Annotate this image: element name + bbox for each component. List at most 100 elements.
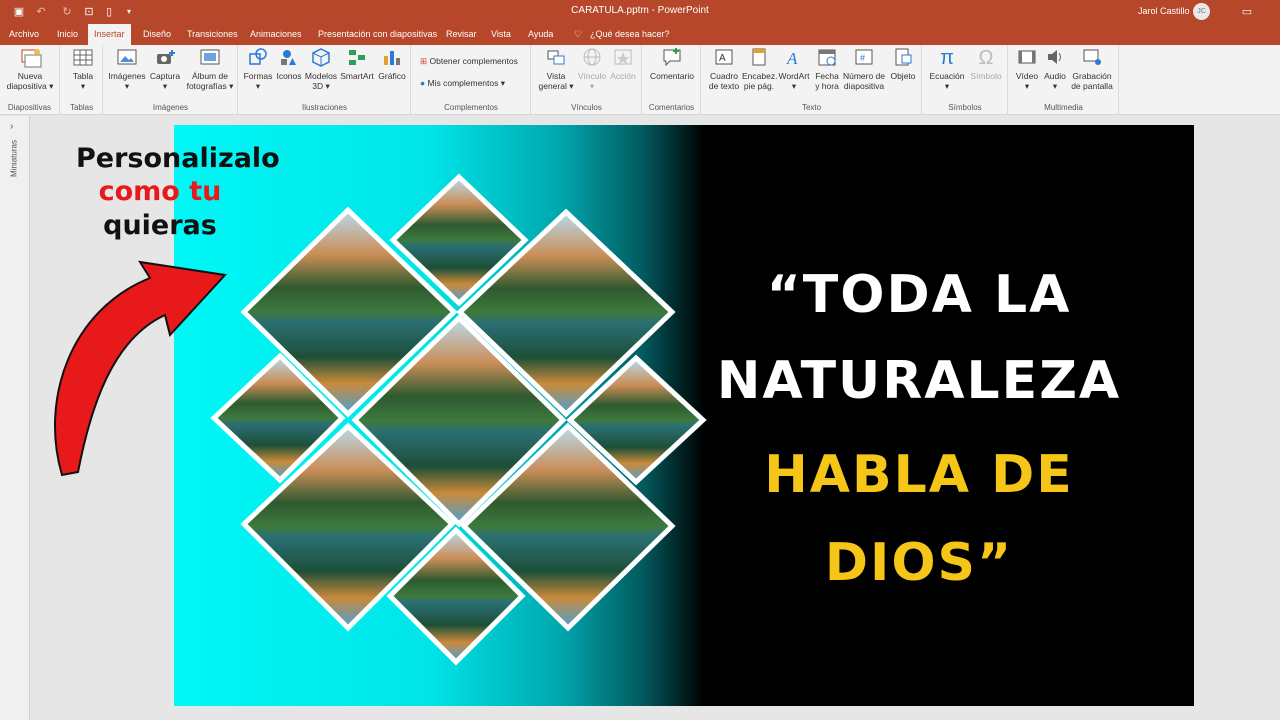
table-button[interactable]: Tabla ▾ [69, 47, 97, 91]
document-title: CARATULA.pptm - PowerPoint [571, 5, 709, 16]
avatar[interactable]: JC [1193, 3, 1210, 20]
ribbon-display-icon[interactable]: ▭ [1224, 0, 1270, 24]
video-button[interactable]: Vídeo ▾ [1013, 47, 1041, 91]
video-icon [1017, 47, 1037, 69]
ribbon-tabs: Archivo Inicio Insertar Diseño Transicio… [0, 24, 1280, 45]
tab-revisar[interactable]: Revisar [440, 24, 483, 45]
shapes-icon [248, 47, 268, 69]
group-simbolos: π Ecuación ▾ Ω Símbolo Símbolos [923, 45, 1008, 115]
link-icon [582, 47, 602, 69]
symbol-button[interactable]: Ω Símbolo [967, 47, 1005, 81]
svg-text:#: # [860, 53, 865, 63]
icons-icon [279, 47, 299, 69]
equation-button[interactable]: π Ecuación ▾ [927, 47, 967, 91]
diamond-photo-collage[interactable] [174, 125, 1194, 706]
wordart-icon: A [784, 47, 804, 69]
overlay-text-line-1: Personalizalo [76, 143, 280, 174]
slide-number-button[interactable]: # Número de diapositiva [842, 47, 886, 91]
quote-line-2[interactable]: NATURALEZA [709, 351, 1129, 411]
get-addins-button[interactable]: ⊞ Obtener complementos [420, 53, 518, 69]
group-label: Tablas [69, 103, 94, 112]
group-complementos: ⊞ Obtener complementos ● Mis complemento… [412, 45, 531, 115]
comment-button[interactable]: Comentario [647, 47, 697, 81]
tab-diseno[interactable]: Diseño [137, 24, 177, 45]
wordart-button[interactable]: A WordArt ▾ [776, 47, 812, 91]
svg-text:A: A [719, 53, 726, 64]
group-multimedia: Vídeo ▾ Audio ▾ Grabación de pantalla Multi… [1009, 45, 1119, 115]
screen-recording-icon [1082, 47, 1102, 69]
photo-album-button[interactable]: Álbum de fotografías ▾ [186, 47, 234, 91]
group-tablas: Tabla ▾ Tablas [61, 45, 103, 115]
zoom-button[interactable]: Vista general ▾ [536, 47, 576, 91]
quote-line-4[interactable]: DIOS” [709, 533, 1129, 593]
group-label: Multimedia [1044, 103, 1083, 112]
camera-icon [155, 47, 175, 69]
red-arrow-icon [54, 260, 228, 477]
my-addins-button[interactable]: ● Mis complementos ▾ [420, 75, 505, 91]
audio-button[interactable]: Audio ▾ [1041, 47, 1069, 91]
tab-insertar[interactable]: Insertar [88, 24, 131, 45]
tab-transiciones[interactable]: Transiciones [181, 24, 244, 45]
group-label: Símbolos [948, 103, 982, 112]
photo-album-icon [200, 47, 220, 69]
chart-button[interactable]: Gráfico [377, 47, 407, 81]
group-texto: A Cuadro de texto Encabez. pie pág. A Word… [702, 45, 922, 115]
user-name[interactable]: Jarol Castillo [1138, 6, 1190, 16]
group-label: Complementos [444, 103, 498, 112]
group-label: Ilustraciones [302, 103, 347, 112]
thumbnails-label: Miniaturas [9, 140, 19, 177]
slide-number-icon: # [854, 47, 874, 69]
3d-models-button[interactable]: Modelos 3D ▾ [303, 47, 339, 91]
smartart-icon [347, 47, 367, 69]
store-icon: ⊞ [420, 56, 428, 66]
group-diapositivas: Nueva diapositiva ▾ Diapositivas [0, 45, 60, 115]
group-label: Vínculos [571, 103, 602, 112]
tab-ayuda[interactable]: Ayuda [522, 24, 559, 45]
capture-button[interactable]: Captura ▾ [148, 47, 182, 91]
link-button[interactable]: Vínculo ▾ [576, 47, 608, 91]
quote-line-3[interactable]: HABLA DE [709, 445, 1129, 505]
ribbon: Nueva diapositiva ▾ Diapositivas Tabla ▾ T… [0, 45, 1280, 115]
header-footer-button[interactable]: Encabez. pie pág. [742, 47, 777, 91]
chart-icon [382, 47, 402, 69]
object-button[interactable]: Objeto [888, 47, 918, 81]
textbox-button[interactable]: A Cuadro de texto [706, 47, 742, 91]
zoom-icon [546, 47, 566, 69]
object-icon [893, 47, 913, 69]
action-button[interactable]: Acción [608, 47, 638, 81]
quote-line-1[interactable]: “TODA LA [709, 265, 1129, 325]
shapes-button[interactable]: Formas ▾ [243, 47, 273, 91]
header-footer-icon [749, 47, 769, 69]
group-label: Diapositivas [7, 103, 52, 112]
title-bar: ▣ ↶ ↻ ⊡ ▯ ▾ CARATULA.pptm - PowerPoint J… [0, 0, 1280, 24]
comment-icon [662, 47, 682, 69]
new-slide-icon [20, 47, 42, 69]
star-icon [613, 47, 633, 69]
group-imagenes: Imágenes ▾ Captura ▾ Álbum de fotografías ▾… [104, 45, 238, 115]
tab-inicio[interactable]: Inicio [51, 24, 84, 45]
icons-button[interactable]: Iconos [275, 47, 303, 81]
speaker-icon [1045, 47, 1065, 69]
image-icon [117, 47, 137, 69]
tab-presentacion[interactable]: Presentación con diapositivas [312, 24, 443, 45]
group-vinculos: Vista general ▾ Vínculo ▾ Acción Vínculos [532, 45, 642, 115]
new-slide-button[interactable]: Nueva diapositiva ▾ [6, 47, 54, 91]
cube-icon [311, 47, 331, 69]
overlay-text-line-3: quieras [103, 210, 217, 241]
tab-archivo[interactable]: Archivo [3, 24, 45, 45]
svg-text:A: A [786, 49, 798, 67]
images-button[interactable]: Imágenes ▾ [108, 47, 146, 91]
smartart-button[interactable]: SmartArt [339, 47, 375, 81]
tell-me-search[interactable]: ¿Qué desea hacer? [584, 24, 676, 45]
date-time-button[interactable]: Fecha y hora [812, 47, 842, 91]
group-comentarios: Comentario Comentarios [643, 45, 701, 115]
screen-recording-button[interactable]: Grabación de pantalla [1069, 47, 1115, 91]
tab-vista[interactable]: Vista [485, 24, 517, 45]
thumbnails-pane[interactable]: › Miniaturas [0, 116, 30, 720]
group-label: Texto [801, 103, 822, 112]
textbox-icon: A [714, 47, 734, 69]
slide-canvas[interactable]: “TODA LA NATURALEZA HABLA DE DIOS” [174, 125, 1194, 706]
group-label: Comentarios [648, 103, 695, 112]
addins-icon: ● [420, 78, 426, 88]
tab-animaciones[interactable]: Animaciones [244, 24, 308, 45]
